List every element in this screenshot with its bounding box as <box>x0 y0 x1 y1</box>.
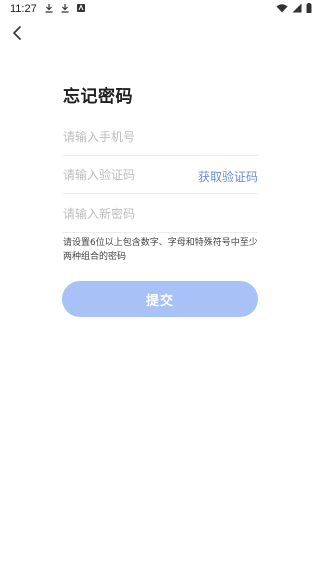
status-time: 11:27 <box>10 3 37 15</box>
page-title: 忘记密码 <box>63 87 133 107</box>
verification-code-field: 获取验证码 <box>63 163 258 194</box>
back-button[interactable] <box>6 22 28 44</box>
verification-code-input[interactable] <box>63 163 193 187</box>
get-code-button[interactable]: 获取验证码 <box>198 168 258 185</box>
signal-icon <box>292 3 302 13</box>
password-hint: 请设置6位以上包含数字、字母和特殊符号中至少两种组合的密码 <box>63 238 258 262</box>
download-icon <box>61 4 69 13</box>
chevron-left-icon <box>13 26 21 40</box>
new-password-field <box>63 202 258 233</box>
submit-button[interactable]: 提交 <box>62 281 258 317</box>
phone-input[interactable] <box>63 125 193 149</box>
battery-icon <box>306 3 312 13</box>
status-left-icons <box>44 3 86 13</box>
new-password-input[interactable] <box>63 202 193 226</box>
app-notification-icon <box>77 4 85 12</box>
status-bar: 11:27 <box>0 0 320 18</box>
download-icon <box>45 4 53 13</box>
wifi-icon <box>276 4 288 13</box>
phone-field <box>63 125 258 156</box>
status-right-icons <box>276 3 312 13</box>
